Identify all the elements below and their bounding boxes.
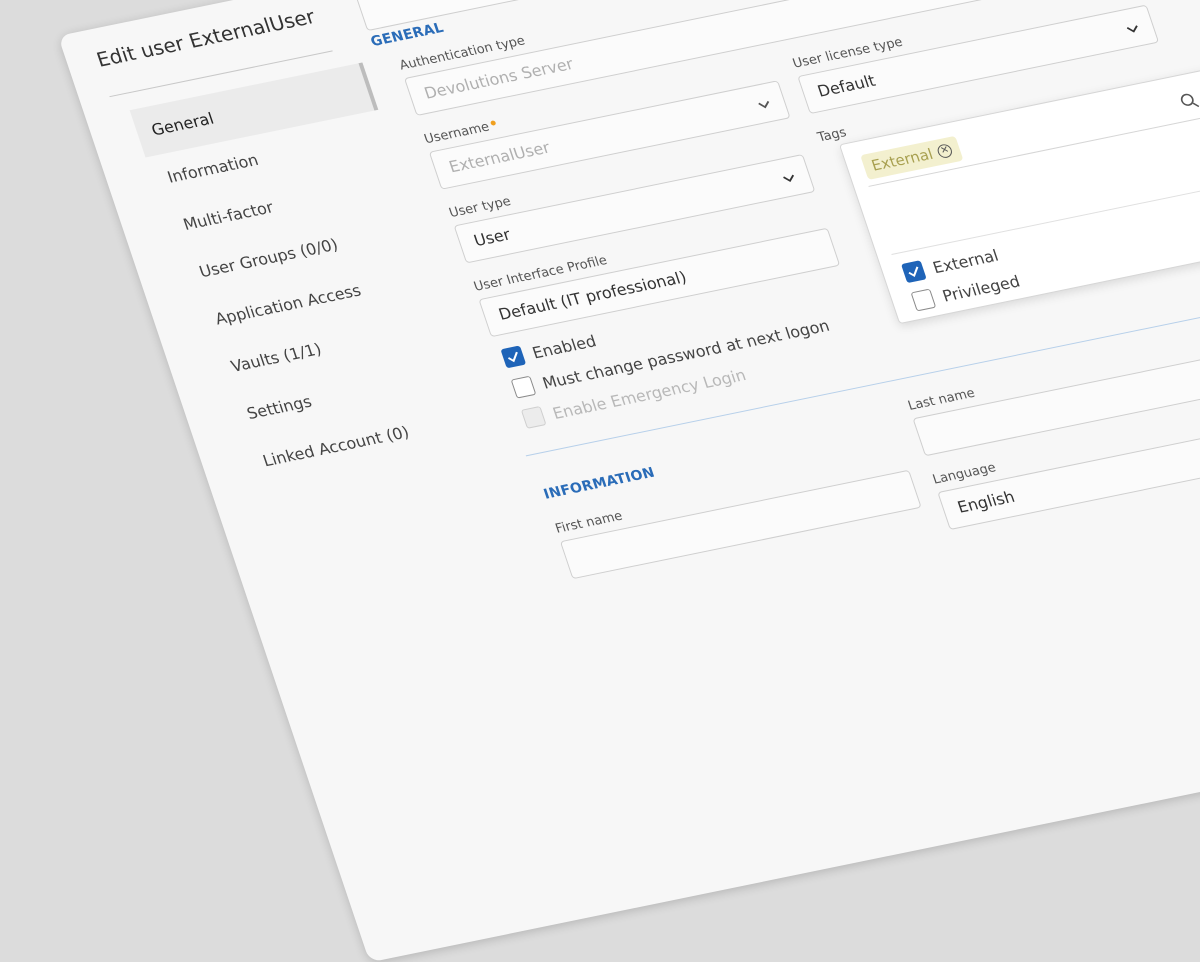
remove-tag-icon[interactable]: ✕: [936, 143, 955, 160]
required-indicator: [490, 120, 497, 126]
tags-dropdown: External ✕ External Privileged: [838, 68, 1200, 325]
chevron-down-icon: [783, 174, 795, 183]
enabled-checkbox[interactable]: Enabled: [500, 331, 598, 369]
checkbox-unchecked-icon: [910, 288, 937, 312]
sidebar-nav: General Information Multi-factor User Gr…: [129, 62, 490, 488]
chevron-down-icon: [758, 100, 770, 109]
checkbox-checked-icon: [900, 260, 927, 284]
edit-user-dialog: Edit user ExternalUser General Informati…: [58, 0, 1200, 962]
dialog-title: Edit user ExternalUser: [93, 4, 318, 72]
search-icon[interactable]: [1178, 91, 1200, 112]
tags-label: Tags: [815, 125, 849, 146]
information-section-title: INFORMATION: [541, 464, 657, 503]
checkbox-disabled-icon: [520, 405, 547, 429]
chevron-down-icon: [1126, 25, 1138, 33]
checkbox-checked-icon: [500, 345, 527, 369]
tag-chip-external: External ✕: [860, 135, 964, 180]
checkbox-unchecked-icon: [510, 375, 537, 399]
